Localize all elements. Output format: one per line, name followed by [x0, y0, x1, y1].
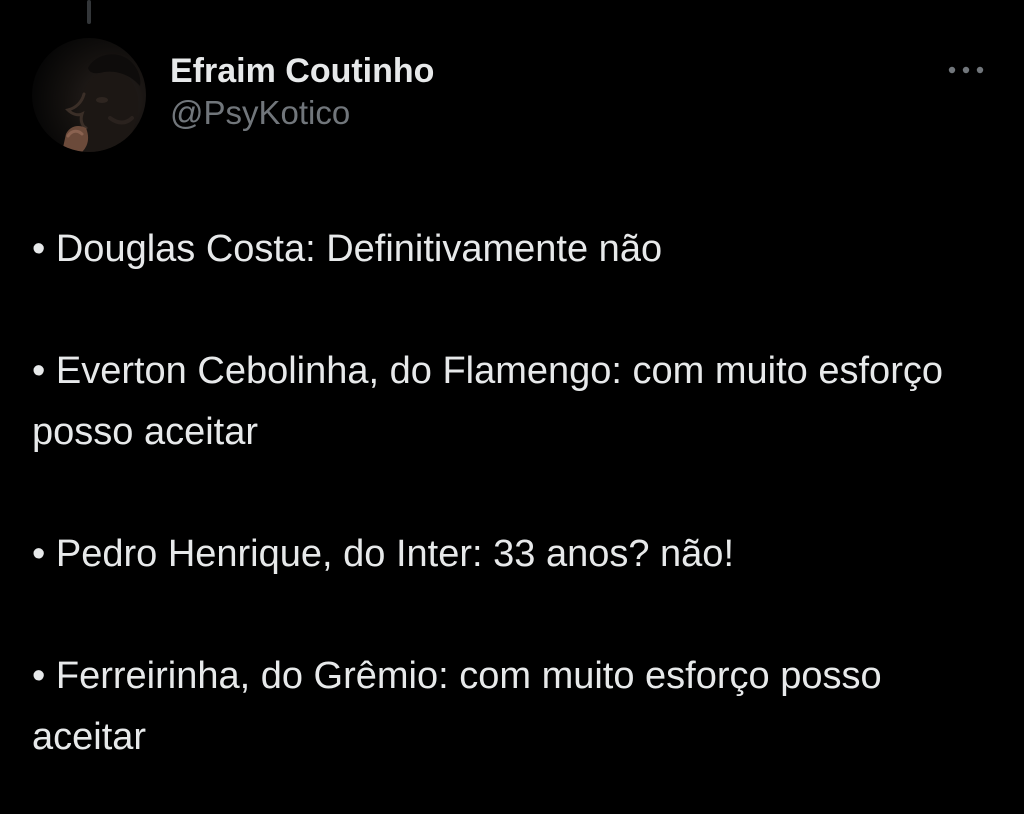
tweet-paragraph: • Pedro Henrique, do Inter: 33 anos? não… — [32, 533, 734, 575]
avatar[interactable] — [32, 38, 146, 152]
avatar-portrait-image — [62, 54, 141, 152]
author-handle[interactable]: @PsyKotico — [170, 92, 434, 134]
tweet-text: • Douglas Costa: Definitivamente não • E… — [32, 219, 992, 768]
tweet-paragraph: • Everton Cebolinha, do Flamengo: com mu… — [32, 350, 954, 453]
more-horizontal-icon — [948, 66, 984, 74]
tweet-paragraph: • Ferreirinha, do Grêmio: com muito esfo… — [32, 655, 893, 758]
author-display-name[interactable]: Efraim Coutinho — [170, 50, 434, 92]
thread-connector-line — [87, 0, 91, 24]
more-options-button[interactable] — [944, 56, 988, 84]
tweet-paragraph: • Douglas Costa: Definitivamente não — [32, 228, 663, 270]
tweet-header: Efraim Coutinho @PsyKotico — [170, 50, 434, 134]
